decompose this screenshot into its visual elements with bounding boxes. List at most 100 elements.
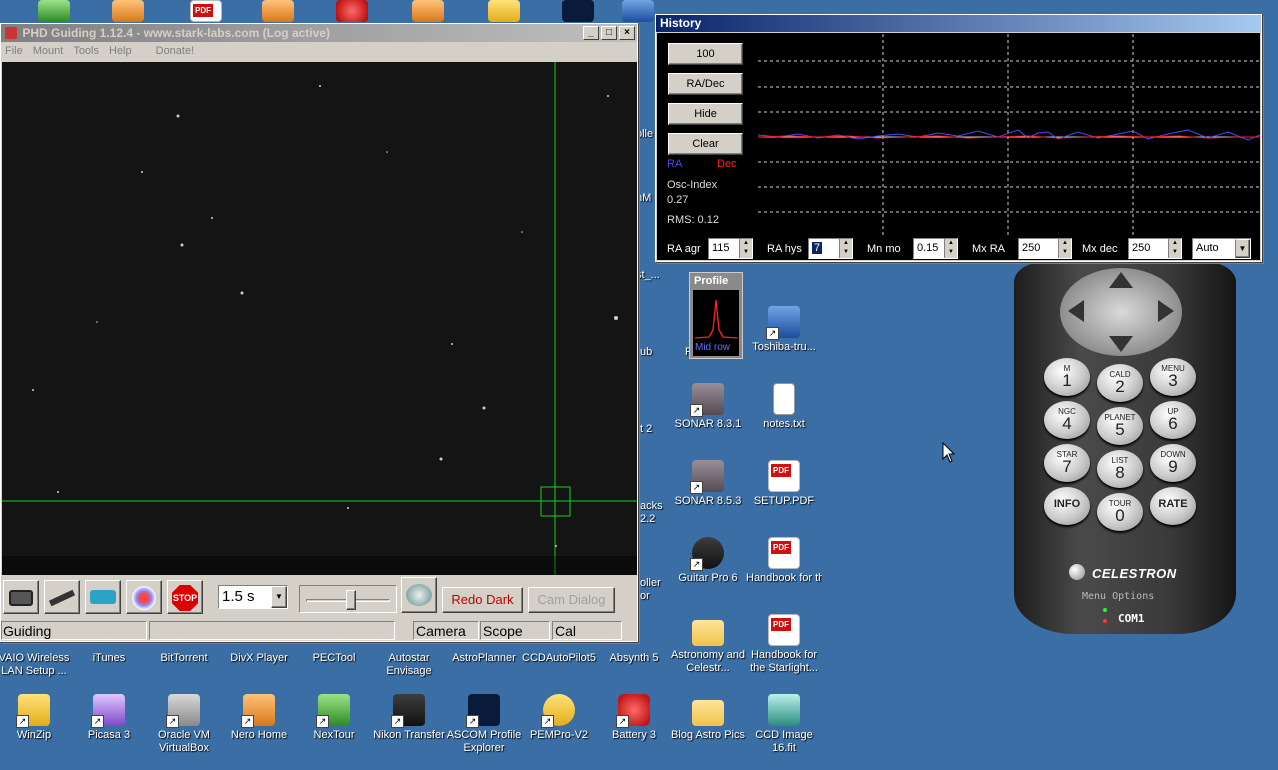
profile-window[interactable]: Profile Mid row: [689, 272, 743, 359]
spin-arrows-icon[interactable]: ▲ ▼: [739, 239, 752, 258]
loop-button[interactable]: [3, 580, 39, 614]
cam-dialog-button[interactable]: Cam Dialog: [528, 587, 615, 613]
desktop-icon[interactable]: Toshiba-tru...: [746, 306, 822, 354]
exposure-select[interactable]: 1.5 s ▼: [218, 585, 288, 609]
length-button[interactable]: 100: [668, 43, 743, 65]
remote-key-9[interactable]: DOWN 9: [1150, 444, 1196, 482]
desktop-icon[interactable]: PECTool: [296, 652, 372, 665]
clear-button[interactable]: Clear: [668, 133, 743, 155]
close-icon[interactable]: ×: [619, 26, 635, 40]
desktop-icon[interactable]: SONAR 8.3.1: [670, 383, 746, 431]
chevron-down-icon[interactable]: ▼: [271, 586, 287, 608]
desktop-icon[interactable]: PEMPro-V2: [521, 694, 597, 742]
remote-key-4[interactable]: NGC 4: [1044, 401, 1090, 439]
desktop-icon[interactable]: SONAR 8.5.3: [670, 460, 746, 508]
desktop-icon[interactable]: [168, 0, 244, 25]
remote-key-rate[interactable]: RATE: [1150, 487, 1196, 525]
spin-arrows-icon[interactable]: ▲ ▼: [1058, 239, 1071, 258]
brain-button[interactable]: [126, 580, 162, 614]
desktop-icon[interactable]: Handbook for the Lodest...: [746, 537, 822, 585]
brain-settings-button[interactable]: [401, 577, 437, 613]
guide-button[interactable]: [44, 580, 80, 614]
desktop-icon[interactable]: Nikon Transfer: [371, 694, 447, 742]
ra-agr-spin[interactable]: 115 ▲ ▼: [708, 238, 753, 259]
mn-mo-spin[interactable]: 0.15 ▲ ▼: [913, 238, 958, 259]
desktop-icon[interactable]: ASCOM Profile Explorer: [446, 694, 522, 755]
desktop-icon[interactable]: [16, 0, 92, 25]
desktop-icon[interactable]: Blog Astro Pics: [670, 694, 746, 742]
desktop-icon[interactable]: BitTorrent: [146, 652, 222, 665]
desktop-icon[interactable]: CCDAutoPilot5: [521, 652, 597, 665]
phd-titlebar[interactable]: PHD Guiding 1.12.4 - www.stark-labs.com …: [1, 24, 637, 42]
menu-donate[interactable]: Donate!: [154, 42, 203, 60]
desktop-icon[interactable]: [240, 0, 316, 25]
desktop-icon[interactable]: Battery 3: [596, 694, 672, 742]
slider-thumb[interactable]: [346, 590, 356, 610]
icon-label: Battery 3: [611, 729, 657, 741]
remote-key-1[interactable]: M1: [1044, 358, 1090, 396]
desktop-icon[interactable]: DivX Player: [221, 652, 297, 665]
desktop-icon[interactable]: [390, 0, 466, 25]
spin-arrows-icon[interactable]: ▲ ▼: [1168, 239, 1181, 258]
ra-hys-spin[interactable]: 7 ▲ ▼: [808, 238, 853, 259]
camera-frame[interactable]: [2, 62, 637, 575]
desktop-icon[interactable]: CCD Image 16.fit: [746, 694, 822, 755]
pdf-icon: [190, 0, 222, 22]
desktop-icon[interactable]: Absynth 5: [596, 652, 672, 665]
menu-help[interactable]: Help: [107, 42, 154, 60]
menu-mount[interactable]: Mount: [31, 42, 72, 60]
desktop-icon[interactable]: Handbook for the Starlight...: [746, 614, 822, 675]
desktop-icon[interactable]: notes.txt: [746, 383, 822, 431]
gamma-slider[interactable]: [299, 585, 397, 613]
mode-button[interactable]: RA/Dec: [668, 73, 743, 95]
desktop-icon[interactable]: Astronomy and Celestr...: [670, 614, 746, 675]
remote-key-2[interactable]: CALD 2: [1097, 364, 1143, 402]
dpad-up-icon[interactable]: [1109, 272, 1133, 288]
mx-dec-spin[interactable]: 250 ▲ ▼: [1128, 238, 1182, 259]
remote-key-0[interactable]: TOUR 0: [1097, 493, 1143, 531]
osc-index-label: Osc-Index: [667, 179, 718, 191]
remote-key-5[interactable]: PLANET 5: [1097, 407, 1143, 445]
history-titlebar[interactable]: History: [656, 15, 1261, 32]
menu-tools[interactable]: Tools: [71, 42, 107, 60]
dpad-down-icon[interactable]: [1109, 336, 1133, 352]
spin-arrows-icon[interactable]: ▲ ▼: [839, 239, 852, 258]
remote-key-3[interactable]: MENU 3: [1150, 358, 1196, 396]
desktop-icon[interactable]: Nero Home: [221, 694, 297, 742]
key-num: 5: [1115, 420, 1125, 439]
desktop-icon[interactable]: Picasa 3: [71, 694, 147, 742]
desktop-icon[interactable]: [90, 0, 166, 25]
mx-ra-spin[interactable]: 250 ▲ ▼: [1018, 238, 1072, 259]
stop-button[interactable]: STOP: [167, 580, 203, 614]
desktop-icon[interactable]: NexTour: [296, 694, 372, 742]
dpad-left-icon[interactable]: [1068, 300, 1084, 322]
dpad[interactable]: [1060, 268, 1182, 356]
maximize-icon[interactable]: □: [601, 26, 617, 40]
desktop-icon[interactable]: Oracle VM VirtualBox: [146, 694, 222, 755]
menu-file[interactable]: File: [3, 42, 31, 60]
desktop-icon[interactable]: VAIO Wireless LAN Setup ...: [0, 652, 72, 678]
remote-key-info[interactable]: INFO: [1044, 487, 1090, 525]
dec-algo-select[interactable]: Auto ▼: [1192, 238, 1251, 259]
chevron-down-icon[interactable]: ▼: [1235, 239, 1250, 258]
desktop-icon[interactable]: SETUP.PDF: [746, 460, 822, 508]
calibrate-button[interactable]: [85, 580, 121, 614]
dpad-right-icon[interactable]: [1158, 300, 1174, 322]
remote-key-8[interactable]: LIST 8: [1097, 450, 1143, 488]
desktop-icon[interactable]: Autostar Envisage: [371, 652, 447, 678]
desktop-icon[interactable]: [314, 0, 390, 25]
folder-icon: [692, 700, 724, 726]
desktop-icon[interactable]: iTunes: [71, 652, 147, 665]
icon-label: Astronomy and Celestr...: [671, 649, 745, 674]
hide-button[interactable]: Hide: [668, 103, 743, 125]
desktop-icon[interactable]: Guitar Pro 6: [670, 537, 746, 585]
brain-icon: [406, 584, 432, 606]
desktop-icon[interactable]: WinZip: [0, 694, 72, 742]
desktop-icon[interactable]: AstroPlanner: [446, 652, 522, 665]
spin-arrows-icon[interactable]: ▲ ▼: [944, 239, 957, 258]
remote-key-7[interactable]: STAR 7: [1044, 444, 1090, 482]
minimize-icon[interactable]: _: [583, 26, 599, 40]
remote-key-6[interactable]: UP 6: [1150, 401, 1196, 439]
redo-dark-button[interactable]: Redo Dark: [442, 587, 523, 613]
desktop-icon[interactable]: [466, 0, 542, 25]
